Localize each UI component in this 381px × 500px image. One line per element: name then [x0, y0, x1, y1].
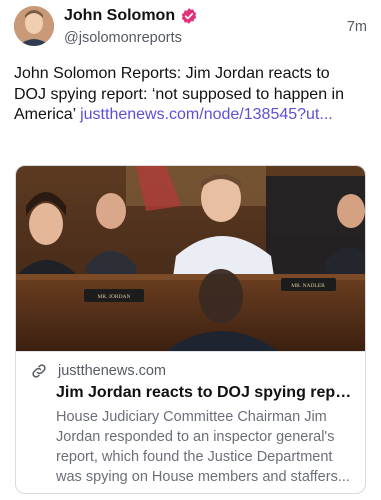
post[interactable]: John Solomon @jsolomonreports 7m John So…	[0, 0, 381, 500]
placard-left: MR. JORDAN	[97, 294, 130, 300]
card-description: House Judiciary Committee Chairman Jim J…	[56, 409, 350, 485]
card-domain: justthenews.com	[58, 363, 166, 379]
placard-right: MR. NADLER	[291, 283, 325, 289]
author-name[interactable]: John Solomon	[64, 7, 175, 25]
card-domain-row: justthenews.com	[30, 362, 166, 380]
post-text: John Solomon Reports: Jim Jordan reacts …	[14, 64, 364, 126]
post-link[interactable]: justthenews.com/node/138545?ut...	[80, 106, 333, 123]
author-handle[interactable]: @jsolomonreports	[64, 30, 182, 46]
card-meta[interactable]: justthenews.com Jim Jordan reacts to DOJ…	[16, 351, 365, 493]
post-timestamp[interactable]: 7m	[347, 19, 367, 35]
avatar[interactable]	[14, 6, 54, 46]
link-preview-card[interactable]: MR. JORDAN MR. NADLER justthenews.com Ji…	[15, 165, 366, 494]
author-name-row[interactable]: John Solomon	[64, 7, 198, 25]
card-image[interactable]: MR. JORDAN MR. NADLER	[16, 166, 365, 351]
verified-badge-icon	[181, 8, 197, 24]
link-icon	[32, 364, 46, 378]
card-title[interactable]: Jim Jordan reacts to DOJ spying repo...	[56, 384, 356, 402]
